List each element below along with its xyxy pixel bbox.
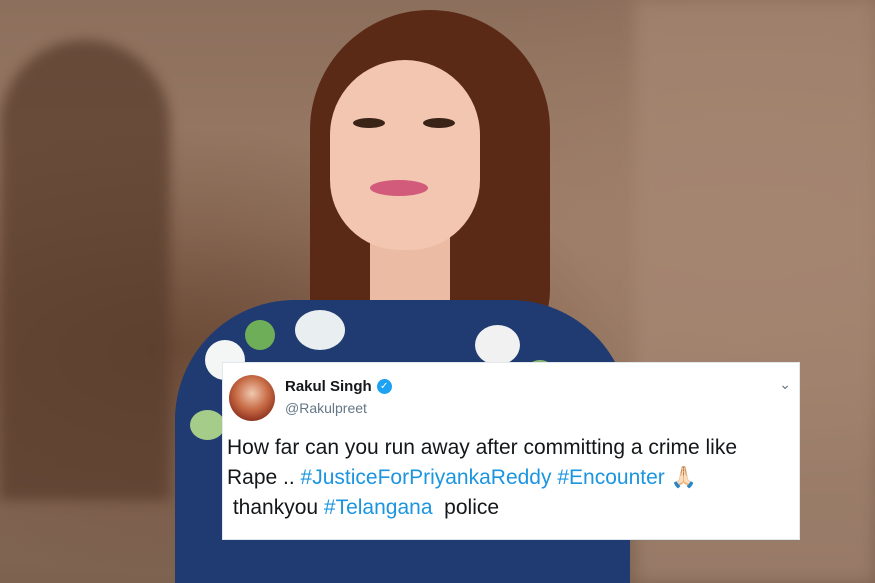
tweet-police: police (432, 496, 500, 519)
avatar[interactable] (229, 375, 275, 421)
tweet-card[interactable]: Rakul Singh ✓ @Rakulpreet ⌄ How far can … (222, 362, 800, 540)
folded-hands-emoji-icon: 🙏🏻 (670, 466, 697, 489)
tweet-text-prefix: Rape .. (227, 466, 301, 489)
left-eye (353, 118, 385, 128)
tweet-line-3: thankyou #Telangana police (227, 493, 797, 523)
leaf (190, 410, 225, 440)
chevron-down-icon[interactable]: ⌄ (779, 376, 791, 393)
flower (475, 325, 520, 365)
tweet-line-2: Rape .. #JusticeForPriyankaReddy #Encoun… (227, 463, 797, 493)
stone-arch (0, 40, 170, 500)
user-name[interactable]: Rakul Singh (285, 378, 372, 395)
user-name-row: Rakul Singh ✓ (285, 378, 392, 395)
face (330, 60, 480, 250)
hashtag-justice[interactable]: #JusticeForPriyankaReddy (301, 466, 552, 489)
verified-badge-icon: ✓ (376, 379, 392, 394)
flower (295, 310, 345, 350)
lips (370, 180, 428, 196)
tweet-thankyou: thankyou (227, 496, 324, 519)
hashtag-encounter[interactable]: #Encounter (557, 466, 664, 489)
tweet-text: How far can you run away after committin… (227, 433, 797, 523)
leaf (245, 320, 275, 350)
background-photo: Rakul Singh ✓ @Rakulpreet ⌄ How far can … (0, 0, 875, 583)
right-eye (423, 118, 455, 128)
hashtag-telangana[interactable]: #Telangana (324, 496, 433, 519)
user-handle[interactable]: @Rakulpreet (285, 400, 367, 416)
tweet-line-1: How far can you run away after committin… (227, 436, 738, 459)
